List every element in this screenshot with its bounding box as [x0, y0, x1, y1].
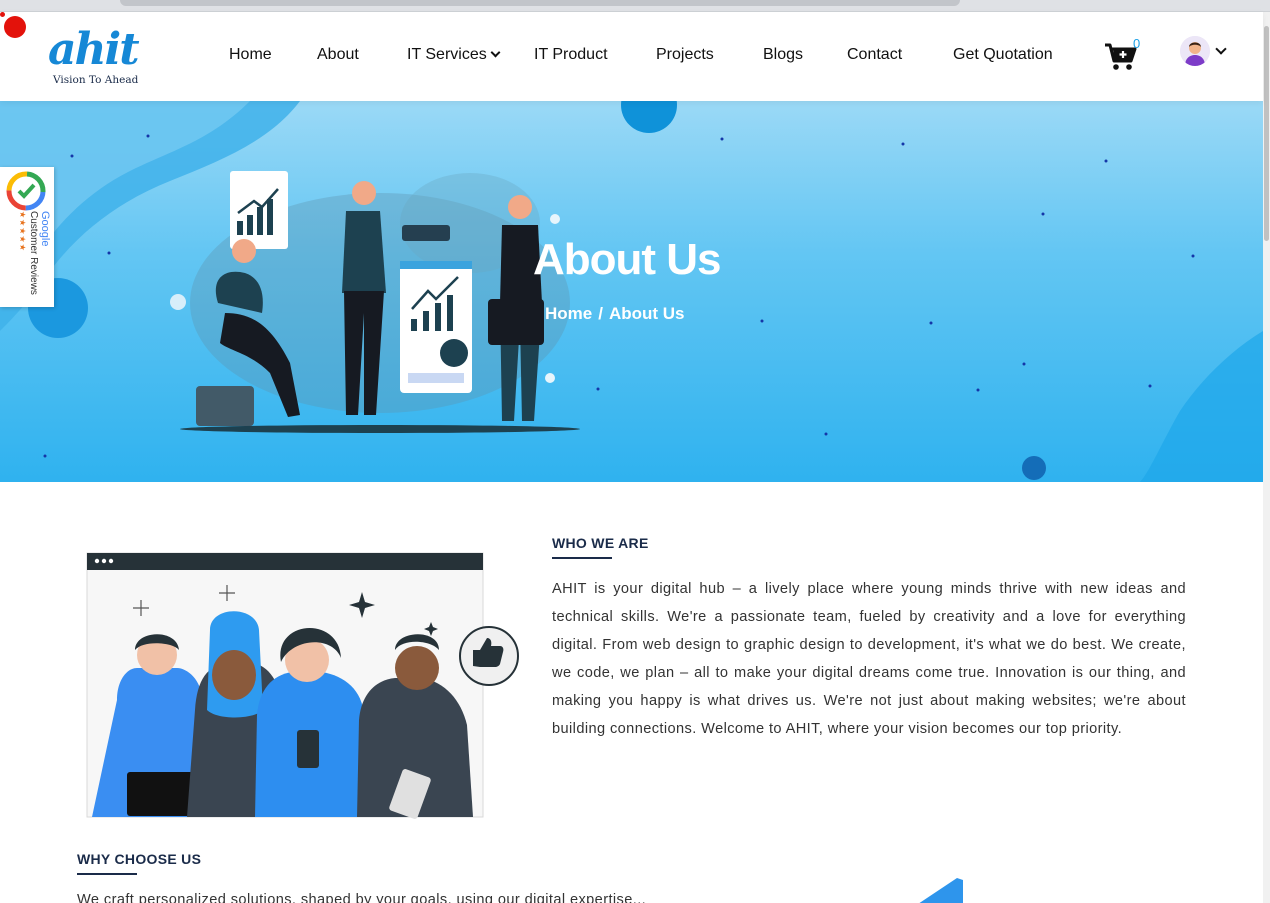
why-choose-us-heading: WHY CHOOSE US [77, 851, 202, 867]
nav-it-services-label: IT Services [407, 46, 487, 63]
recording-indicator-dot-small [0, 12, 5, 17]
breadcrumb-current: About Us [608, 304, 685, 323]
google-reviews-logo-icon [6, 171, 46, 211]
nav-it-product[interactable]: IT Product [534, 46, 608, 64]
recording-indicator-dot [4, 16, 26, 38]
decorative-blue-shape [919, 878, 963, 903]
google-reviews-stars: ★★★★★ [18, 211, 27, 252]
browser-chrome-strip [0, 0, 1270, 12]
google-brand-text: Google [39, 211, 51, 247]
breadcrumb: Home / About Us [545, 304, 685, 324]
google-reviews-badge[interactable]: Google Customer Reviews ★★★★★ [0, 167, 54, 307]
nav-get-quotation[interactable]: Get Quotation [953, 46, 1053, 64]
who-we-are-underline [552, 557, 612, 559]
scrollbar-thumb[interactable] [1264, 26, 1269, 241]
browser-tab-bar [120, 0, 960, 6]
site-logo[interactable]: ahit Vision To Ahead [48, 26, 148, 88]
hero-banner: About Us Home / About Us [0, 101, 1263, 482]
who-we-are-heading: WHO WE ARE [552, 535, 649, 551]
site-header: ahit Vision To Ahead Home About IT Servi… [0, 12, 1263, 101]
logo-tagline: Vision To Ahead [53, 74, 139, 86]
page-title: About Us [533, 235, 722, 284]
account-chevron-down-icon[interactable] [1215, 43, 1227, 55]
chevron-down-icon [490, 47, 501, 58]
logo-mark: ahit [48, 24, 140, 75]
google-reviews-label: Customer Reviews [28, 211, 39, 295]
breadcrumb-home-link[interactable]: Home [545, 304, 592, 323]
page-scrollbar[interactable] [1263, 12, 1270, 903]
hero-team-illustration [180, 171, 580, 433]
breadcrumb-separator: / [598, 304, 603, 323]
nav-home[interactable]: Home [229, 46, 272, 64]
nav-contact[interactable]: Contact [847, 46, 902, 64]
team-illustration [86, 552, 519, 819]
nav-projects[interactable]: Projects [656, 46, 714, 64]
user-avatar-icon [1180, 36, 1210, 66]
google-reviews-text: Google Customer Reviews ★★★★★ [10, 211, 51, 339]
user-avatar[interactable] [1180, 36, 1210, 66]
nav-it-services[interactable]: IT Services [407, 46, 501, 64]
nav-about[interactable]: About [317, 46, 359, 64]
cart-count-badge: 0 [1133, 36, 1141, 51]
nav-blogs[interactable]: Blogs [763, 46, 803, 64]
who-we-are-paragraph: AHIT is your digital hub – a lively plac… [552, 581, 1186, 737]
why-choose-us-underline [77, 873, 137, 875]
why-choose-us-paragraph: We craft personalized solutions, shaped … [77, 892, 647, 903]
